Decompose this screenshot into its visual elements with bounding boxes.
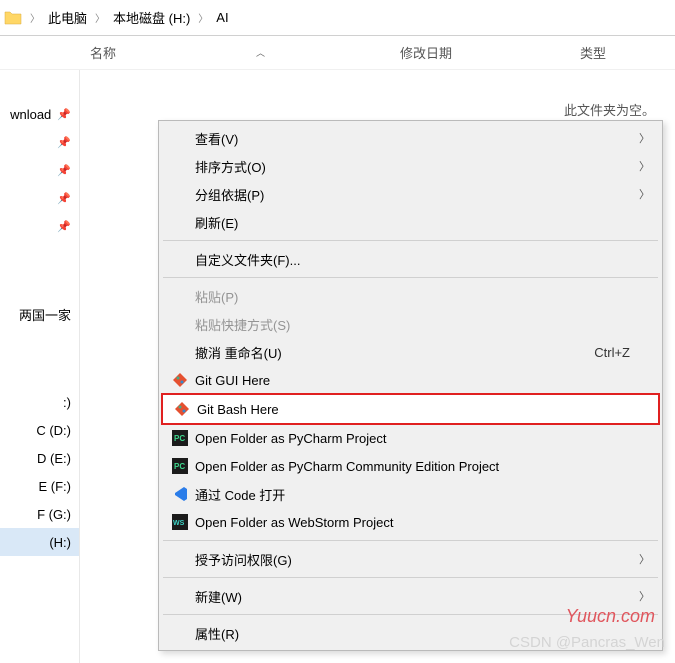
pycharm-icon: PC [169,456,191,476]
col-type[interactable]: 类型 [570,37,616,68]
menu-grant-access[interactable]: 授予访问权限(G)〉 [161,545,660,573]
menu-webstorm[interactable]: WS Open Folder as WebStorm Project [161,508,660,536]
pin-icon: 📌 [57,108,71,121]
menu-git-bash[interactable]: Git Bash Here [163,395,658,423]
webstorm-icon: WS [169,512,191,532]
col-name[interactable]: 名称 ︿ [80,37,390,68]
menu-customize[interactable]: 自定义文件夹(F)... [161,245,660,273]
sidebar-drive-item[interactable]: E (F:) [0,472,79,500]
chevron-right-icon: 〉 [93,10,107,25]
context-menu: 查看(V)〉 排序方式(O)〉 分组依据(P)〉 刷新(E) 自定义文件夹(F)… [158,120,663,651]
sort-indicator-icon: ︿ [256,46,265,59]
sidebar-folder-item[interactable]: 两国一家 [0,300,79,328]
git-icon [171,399,193,419]
menu-paste-shortcut: 粘贴快捷方式(S) [161,310,660,338]
col-name-label: 名称 [90,43,116,62]
menu-separator [163,540,658,541]
col-date[interactable]: 修改日期 [390,37,570,68]
pycharm-icon: PC [169,428,191,448]
vscode-icon [169,484,191,504]
menu-git-gui[interactable]: Git GUI Here [161,366,660,394]
chevron-right-icon: 〉 [639,186,650,202]
pin-icon: 📌 [57,136,71,149]
empty-folder-message: 此文件夹为空。 [80,70,675,119]
menu-separator [163,577,658,578]
crumb-drive[interactable]: 本地磁盘 (H:) [107,4,196,31]
menu-pycharm-ce[interactable]: PC Open Folder as PyCharm Community Edit… [161,452,660,480]
chevron-right-icon: 〉 [639,158,650,174]
column-headers: 名称 ︿ 修改日期 类型 [0,36,675,70]
chevron-right-icon: 〉 [639,588,650,604]
sidebar-drive-item[interactable]: D (E:) [0,444,79,472]
breadcrumb[interactable]: 〉 此电脑 〉 本地磁盘 (H:) 〉 AI [0,0,675,36]
svg-text:PC: PC [174,434,185,443]
menu-pycharm[interactable]: PC Open Folder as PyCharm Project [161,424,660,452]
pin-icon: 📌 [57,220,71,233]
sidebar: wnload📌 📌 📌 📌 📌 两国一家 :) C (D:) D (E:) E … [0,70,80,663]
menu-group[interactable]: 分组依据(P)〉 [161,180,660,208]
watermark: CSDN @Pancras_Wen [509,634,665,651]
svg-text:PC: PC [174,462,185,471]
pin-icon: 📌 [57,192,71,205]
menu-sort[interactable]: 排序方式(O)〉 [161,152,660,180]
folder-icon [4,9,22,27]
crumb-folder[interactable]: AI [210,6,234,29]
sidebar-drive-item[interactable]: :) [0,388,79,416]
chevron-right-icon: 〉 [196,10,210,25]
sidebar-quick-item[interactable]: 📌 [0,212,79,240]
menu-vscode[interactable]: 通过 Code 打开 [161,480,660,508]
sidebar-drive-item[interactable]: F (G:) [0,500,79,528]
svg-text:WS: WS [173,520,185,527]
watermark: Yuucn.com [566,606,655,627]
shortcut-label: Ctrl+Z [594,345,630,360]
chevron-right-icon: 〉 [639,551,650,567]
menu-refresh[interactable]: 刷新(E) [161,208,660,236]
pin-icon: 📌 [57,164,71,177]
sidebar-quick-item[interactable]: 📌 [0,184,79,212]
menu-separator [163,277,658,278]
chevron-right-icon: 〉 [639,130,650,146]
sidebar-drive-item[interactable]: C (D:) [0,416,79,444]
sidebar-quick-download[interactable]: wnload📌 [0,100,79,128]
sidebar-drive-item-selected[interactable]: (H:) [0,528,79,556]
menu-paste: 粘贴(P) [161,282,660,310]
crumb-pc[interactable]: 此电脑 [42,4,93,31]
menu-view[interactable]: 查看(V)〉 [161,124,660,152]
sidebar-quick-item[interactable]: 📌 [0,128,79,156]
menu-undo[interactable]: 撤消 重命名(U)Ctrl+Z [161,338,660,366]
menu-separator [163,240,658,241]
git-icon [169,370,191,390]
sidebar-quick-item[interactable]: 📌 [0,156,79,184]
chevron-right-icon: 〉 [28,10,42,25]
